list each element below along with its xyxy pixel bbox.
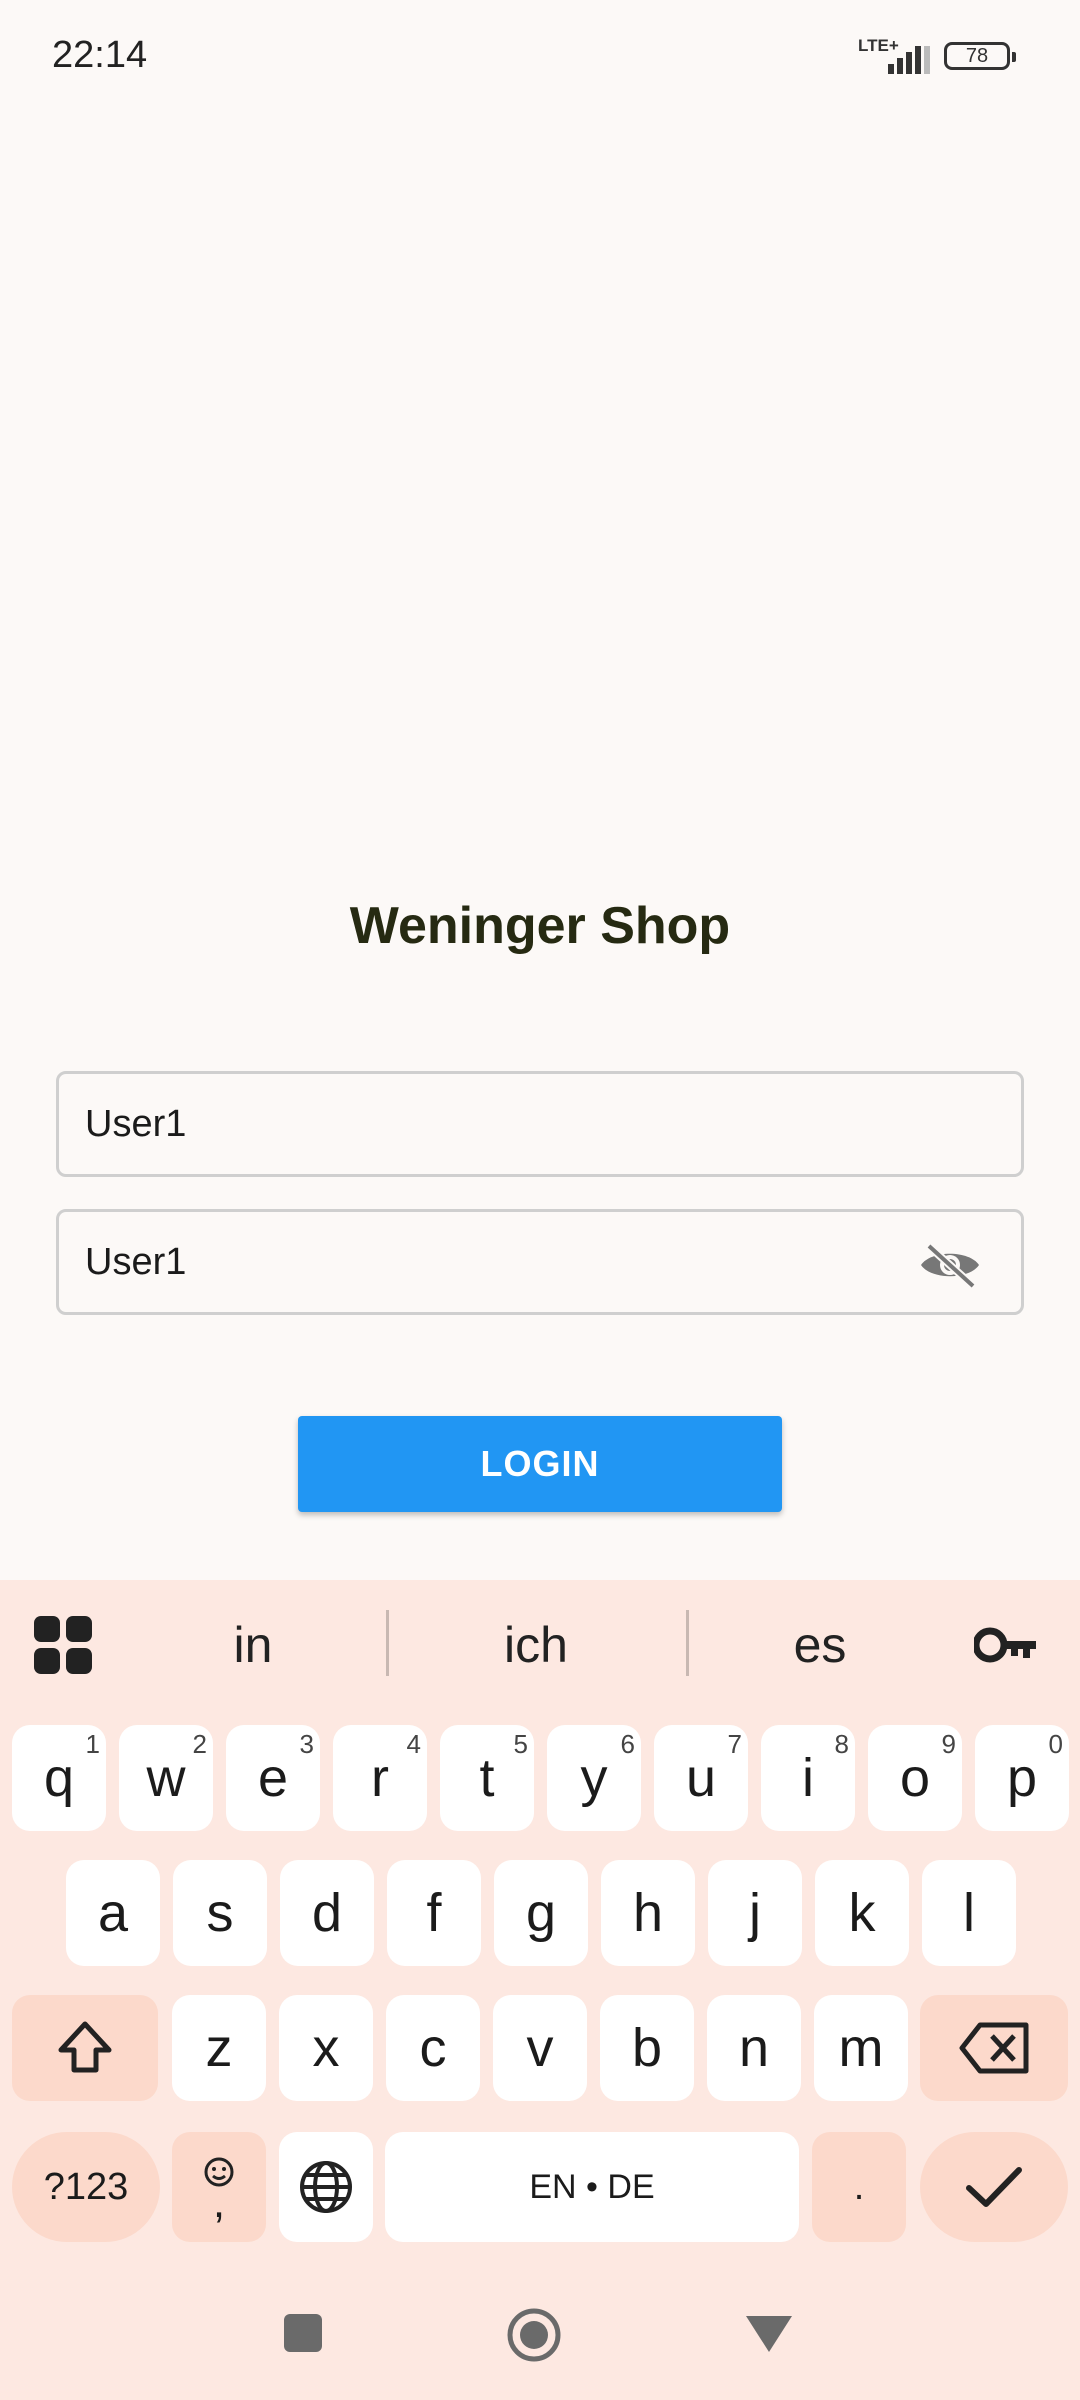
recents-icon[interactable] (282, 2312, 324, 2354)
key-v[interactable]: v (493, 1995, 587, 2101)
shift-key[interactable] (12, 1995, 158, 2101)
signal-icon: LTE+ (858, 36, 930, 76)
key-hint: 2 (192, 1729, 207, 1759)
key-label: l (963, 1883, 975, 1943)
key-label: p (1006, 1748, 1038, 1808)
key-hint: 3 (299, 1729, 314, 1759)
key-label: i (802, 1748, 814, 1808)
key-x[interactable]: x (279, 1995, 373, 2101)
language-key[interactable] (279, 2132, 373, 2242)
key-q[interactable]: q1 (12, 1725, 106, 1831)
key-i[interactable]: i8 (761, 1725, 855, 1831)
status-time: 22:14 (52, 34, 148, 76)
back-icon[interactable] (744, 2314, 794, 2354)
period-key[interactable]: . (812, 2132, 906, 2242)
key-b[interactable]: b (600, 1995, 694, 2101)
suggestion-bar: in ich es (0, 1580, 1080, 1710)
key-w[interactable]: w2 (119, 1725, 213, 1831)
key-h[interactable]: h (601, 1860, 695, 1966)
key-hint: 4 (406, 1729, 421, 1759)
suggestion-2[interactable]: ich (396, 1610, 676, 1680)
globe-icon (300, 2161, 352, 2213)
key-e[interactable]: e3 (226, 1725, 320, 1831)
key-hint: 9 (941, 1729, 956, 1759)
key-label: t (479, 1748, 495, 1808)
suggestion-1[interactable]: in (113, 1610, 393, 1680)
emoji-comma-key[interactable]: , (172, 2132, 266, 2242)
key-hint: 0 (1048, 1729, 1063, 1759)
key-label: w (146, 1748, 186, 1808)
key-label: d (311, 1883, 343, 1943)
symbols-key[interactable]: ?123 (12, 2132, 160, 2242)
password-input[interactable] (85, 1212, 905, 1312)
key-label: k (848, 1883, 876, 1943)
enter-key[interactable] (920, 2132, 1068, 2242)
key-t[interactable]: t5 (440, 1725, 534, 1831)
home-icon[interactable] (506, 2307, 562, 2363)
key-hint: 7 (727, 1729, 742, 1759)
key-label: h (632, 1883, 664, 1943)
key-k[interactable]: k (815, 1860, 909, 1966)
key-r[interactable]: r4 (333, 1725, 427, 1831)
key-label: n (738, 2018, 770, 2078)
key-label: y (580, 1748, 608, 1808)
key-label: r (371, 1748, 389, 1808)
key-c[interactable]: c (386, 1995, 480, 2101)
key-l[interactable]: l (922, 1860, 1016, 1966)
checkmark-icon (966, 2167, 1022, 2207)
backspace-key[interactable] (920, 1995, 1068, 2101)
key-o[interactable]: o9 (868, 1725, 962, 1831)
login-button[interactable]: LOGIN (298, 1416, 782, 1512)
key-m[interactable]: m (814, 1995, 908, 2101)
key-label: v (526, 2018, 554, 2078)
comma-label: , (212, 2178, 226, 2227)
key-label: j (749, 1883, 761, 1943)
key-label: c (419, 2018, 447, 2078)
key-label: z (205, 2018, 233, 2078)
apps-grid-icon[interactable] (34, 1616, 92, 1674)
key-label: u (685, 1748, 717, 1808)
key-hint: 5 (513, 1729, 528, 1759)
key-label: f (426, 1883, 442, 1943)
key-label: o (899, 1748, 931, 1808)
soft-keyboard: in ich es ?123 , EN • DE . q 1 w 2 e 3 r… (0, 1580, 1080, 2400)
key-hint: 6 (620, 1729, 635, 1759)
password-field[interactable] (56, 1209, 1024, 1315)
backspace-icon (959, 2022, 1029, 2074)
key-label: g (525, 1883, 557, 1943)
key-label: s (206, 1883, 234, 1943)
key-label: m (838, 2018, 884, 2078)
suggestion-3[interactable]: es (680, 1610, 960, 1680)
key-hint: 8 (834, 1729, 849, 1759)
key-label: a (97, 1883, 129, 1943)
key-label: x (312, 2018, 340, 2078)
eye-off-icon[interactable] (917, 1242, 983, 1288)
key-p[interactable]: p0 (975, 1725, 1069, 1831)
status-icons: LTE+ 78 (858, 36, 1016, 76)
key-hint: 1 (85, 1729, 100, 1759)
key-n[interactable]: n (707, 1995, 801, 2101)
key-label: e (257, 1748, 289, 1808)
key-label: q (43, 1748, 75, 1808)
space-key[interactable]: EN • DE (385, 2132, 799, 2242)
key-y[interactable]: y6 (547, 1725, 641, 1831)
key-label: b (631, 2018, 663, 2078)
app-title: Weninger Shop (349, 897, 731, 955)
suggestion-divider (386, 1610, 389, 1676)
key-d[interactable]: d (280, 1860, 374, 1966)
key-g[interactable]: g (494, 1860, 588, 1966)
battery-level: 78 (965, 44, 989, 67)
username-field[interactable] (56, 1071, 1024, 1177)
key-z[interactable]: z (172, 1995, 266, 2101)
key-u[interactable]: u7 (654, 1725, 748, 1831)
key-a[interactable]: a (66, 1860, 160, 1966)
key-f[interactable]: f (387, 1860, 481, 1966)
key-icon[interactable] (974, 1620, 1040, 1670)
key-j[interactable]: j (708, 1860, 802, 1966)
username-input[interactable] (85, 1074, 905, 1174)
shift-icon (58, 2021, 112, 2073)
key-s[interactable]: s (173, 1860, 267, 1966)
battery-icon: 78 (944, 42, 1016, 70)
